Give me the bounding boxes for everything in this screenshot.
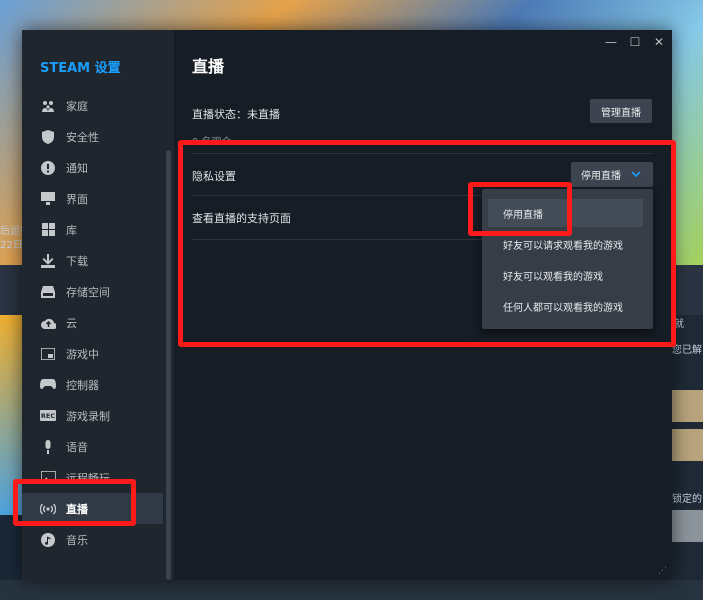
background-footer [0,580,703,600]
sidebar-item-label: 通知 [66,161,88,175]
sidebar-item-label: 存储空间 [66,285,110,299]
resize-grip-icon[interactable]: ⋰ [658,566,667,576]
sidebar-item-label: 下载 [66,254,88,268]
sidebar-item-label: 控制器 [66,378,99,392]
sidebar-item-label: 游戏中 [66,347,99,361]
minimize-button[interactable]: — [604,35,618,49]
ingame-icon [40,346,56,362]
svg-text:REC: REC [41,412,55,420]
sidebar-item-storage[interactable]: 存储空间 [22,276,163,307]
sidebar-item-label: 界面 [66,192,88,206]
sidebar-item-label: 库 [66,223,77,237]
sidebar-item-in-game[interactable]: 游戏中 [22,338,163,369]
alert-icon [40,160,56,176]
achievement-badge [670,390,703,422]
sidebar-item-label: 安全性 [66,130,99,144]
sidebar-item-controller[interactable]: 控制器 [22,369,163,400]
close-button[interactable]: ✕ [652,35,666,49]
background-text: 锁定的 [672,494,702,505]
highlight-broadcast-nav [13,479,136,526]
sidebar-item-label: 云 [66,316,77,330]
background-text: 22日 [0,240,23,251]
cloud-icon [40,315,56,331]
achievement-badge [670,510,703,542]
background-right-panel: 就 您已解 锁定的 [670,315,703,600]
rec-icon: REC [40,408,56,424]
sidebar-item-library[interactable]: 库 [22,214,163,245]
sidebar-item-downloads[interactable]: 下载 [22,245,163,276]
mic-icon [40,439,56,455]
window-controls: — ☐ ✕ [604,35,666,49]
sidebar-item-label: 语音 [66,440,88,454]
sidebar-scrollbar[interactable] [166,150,171,580]
family-icon [40,98,56,114]
sidebar-item-notifications[interactable]: 通知 [22,152,163,183]
manage-broadcast-button[interactable]: 管理直播 [590,99,652,123]
storage-icon [40,284,56,300]
broadcast-status: 直播状态：未直播 [192,108,280,121]
sidebar-item-label: 音乐 [66,533,88,547]
download-icon [40,253,56,269]
achievement-badge [670,429,703,461]
sidebar-item-voice[interactable]: 语音 [22,431,163,462]
page-title: 直播 [192,57,225,76]
sidebar-item-interface[interactable]: 界面 [22,183,163,214]
monitor-icon [40,191,56,207]
background-text: 您已解 [672,345,702,356]
sidebar-item-label: 家庭 [66,99,88,113]
sidebar-item-game-recording[interactable]: REC 游戏录制 [22,400,163,431]
sidebar-item-music[interactable]: 音乐 [22,524,163,555]
highlight-privacy-section [178,140,676,347]
highlight-disable-option [468,182,572,236]
sidebar-item-cloud[interactable]: 云 [22,307,163,338]
sidebar-item-label: 游戏录制 [66,409,110,423]
shield-icon [40,129,56,145]
controller-icon [40,377,56,393]
music-icon [40,532,56,548]
grid-icon [40,222,56,238]
sidebar-item-security[interactable]: 安全性 [22,121,163,152]
sidebar-item-family[interactable]: 家庭 [22,90,163,121]
sidebar-title: STEAM 设置 [40,61,121,76]
maximize-button[interactable]: ☐ [628,35,642,49]
